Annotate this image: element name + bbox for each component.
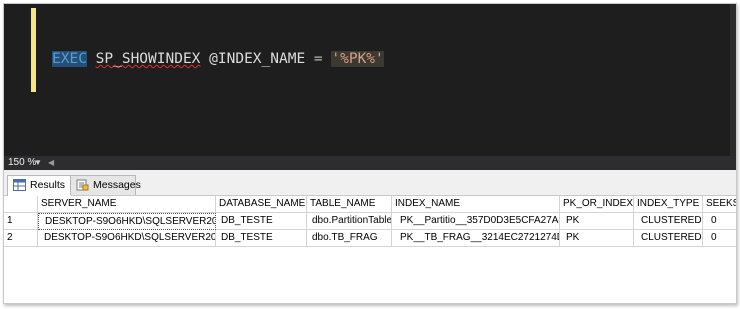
chevron-down-icon[interactable]: ▼ [34, 156, 42, 170]
table-cell-database-name[interactable]: DB_TESTE [216, 213, 307, 230]
change-tracking-bar [31, 8, 36, 92]
tab-messages[interactable]: Messages [70, 175, 141, 195]
tab-results[interactable]: Results [7, 175, 73, 196]
ssms-window: EXEC SP_SHOWINDEX @INDEX_NAME = '%PK%' 1… [3, 3, 737, 304]
table-cell-seeks[interactable]: 0 [703, 230, 736, 247]
table-cell-index-name[interactable]: PK__Partitio__357D0D3E5CFA27A8 [392, 213, 560, 230]
row-number-header[interactable] [4, 196, 38, 213]
column-header-server-name[interactable]: SERVER_NAME [38, 196, 216, 213]
column-header-seeks[interactable]: SEEKS [703, 196, 736, 213]
tab-results-label: Results [30, 179, 66, 191]
editor-status-strip: 150 % ▼ ◀ [4, 156, 736, 170]
table-cell-server-name[interactable]: DESKTOP-S9O6HKD\SQLSERVER2016 [38, 213, 216, 230]
results-grid[interactable]: SERVER_NAME DATABASE_NAME TABLE_NAME IND… [4, 196, 736, 303]
code-line[interactable]: EXEC SP_SHOWINDEX @INDEX_NAME = '%PK%' [52, 49, 384, 69]
scroll-left-icon[interactable]: ◀ [48, 156, 54, 170]
editor-gutter [4, 4, 30, 156]
editor-vertical-scrollbar[interactable] [730, 4, 736, 156]
table-cell-table-name[interactable]: dbo.TB_FRAG [307, 230, 392, 247]
row-number[interactable]: 2 [4, 230, 38, 247]
table-cell-pk-or-index[interactable]: PK [560, 230, 634, 247]
column-header-index-type[interactable]: INDEX_TYPE [634, 196, 703, 213]
table-cell-server-name[interactable]: DESKTOP-S9O6HKD\SQLSERVER2016 [38, 230, 216, 247]
table-cell-index-name[interactable]: PK__TB_FRAG__3214EC2721274D7E [392, 230, 560, 247]
column-header-database-name[interactable]: DATABASE_NAME [216, 196, 307, 213]
messages-icon [76, 179, 89, 191]
table-cell-pk-or-index[interactable]: PK [560, 213, 634, 230]
table-cell-table-name[interactable]: dbo.PartitionTable [307, 213, 392, 230]
column-header-table-name[interactable]: TABLE_NAME [307, 196, 392, 213]
equals-operator: = [313, 51, 323, 67]
grid-icon [13, 179, 26, 191]
query-editor[interactable]: EXEC SP_SHOWINDEX @INDEX_NAME = '%PK%' [4, 4, 736, 156]
tab-messages-label: Messages [93, 179, 141, 191]
table-cell-seeks[interactable]: 0 [703, 213, 736, 230]
string-literal: '%PK%' [331, 51, 384, 67]
row-number[interactable]: 1 [4, 213, 38, 230]
zoom-level[interactable]: 150 % [8, 156, 36, 170]
column-header-index-name[interactable]: INDEX_NAME [392, 196, 560, 213]
table-cell-index-type[interactable]: CLUSTERED [634, 230, 703, 247]
results-tab-strip: Results Messages [4, 170, 736, 196]
table-cell-database-name[interactable]: DB_TESTE [216, 230, 307, 247]
column-header-pk-or-index[interactable]: PK_OR_INDEX [560, 196, 634, 213]
table-cell-index-type[interactable]: CLUSTERED [634, 213, 703, 230]
parameter-name: @INDEX_NAME [209, 51, 306, 67]
exec-keyword: EXEC [52, 51, 87, 67]
procedure-name: SP_SHOWINDEX [95, 51, 201, 67]
